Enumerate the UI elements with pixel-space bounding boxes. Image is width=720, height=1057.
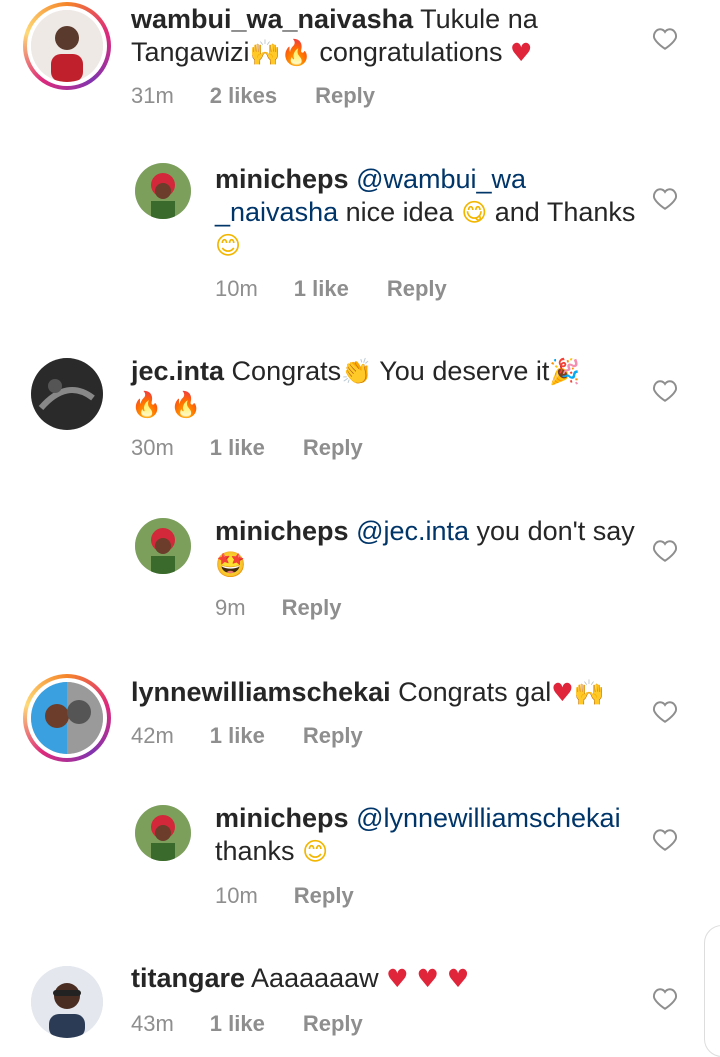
timestamp: 10m (215, 883, 258, 908)
reply-comment: minicheps @lynnewilliamschekai thanks 😊 … (0, 802, 720, 922)
comment-meta: 31m 2 likes Reply (131, 83, 413, 109)
timestamp: 42m (131, 723, 174, 748)
comment-body: Congrats (224, 356, 342, 386)
avatar[interactable] (135, 163, 191, 219)
comment-text: lynnewilliamschekai Congrats gal♥🙌 (131, 676, 641, 709)
comment-meta: 9m Reply (215, 595, 379, 621)
comment-body-2: You deserve it (372, 356, 550, 386)
likes-count[interactable]: 1 like (210, 435, 265, 460)
comment-lynne: lynnewilliamschekai Congrats gal♥🙌 42m 1 … (0, 672, 720, 772)
reply-button[interactable]: Reply (315, 83, 375, 108)
comment-meta: 43m 1 like Reply (131, 1011, 401, 1037)
comment-text: minicheps @wambui_wa _naivasha nice idea… (215, 163, 645, 262)
fire-emoji: 🔥 (280, 38, 312, 67)
timestamp: 43m (131, 1011, 174, 1036)
fire-emoji: 🔥 🔥 (131, 390, 202, 419)
like-heart-icon[interactable] (652, 539, 678, 563)
likes-count[interactable]: 1 like (210, 1011, 265, 1036)
star-struck-emoji: 🤩 (215, 550, 247, 579)
reply-comment: minicheps @jec.inta you don't say 🤩 9m Re… (0, 515, 720, 635)
like-heart-icon[interactable] (652, 700, 678, 724)
reply-button[interactable]: Reply (303, 435, 363, 460)
comment-meta: 10m Reply (215, 883, 392, 909)
reply-button[interactable]: Reply (303, 723, 363, 748)
heart-emoji: ♥ (509, 38, 533, 67)
comment-meta: 42m 1 like Reply (131, 723, 401, 749)
username[interactable]: minicheps (215, 516, 349, 546)
avatar[interactable] (31, 10, 103, 82)
comment-text: wambui_wa_naivasha Tukule na Tangawizi🙌🔥… (131, 3, 621, 69)
comment-body: thanks (215, 836, 303, 866)
like-heart-icon[interactable] (652, 987, 678, 1011)
comment-body-2: congratulations (311, 37, 510, 67)
like-heart-icon[interactable] (652, 27, 678, 51)
avatar[interactable] (31, 358, 103, 430)
scroll-handle[interactable] (704, 925, 720, 1057)
heart-emoji: ♥ (551, 678, 574, 707)
like-heart-icon[interactable] (652, 187, 678, 211)
reply-button[interactable]: Reply (387, 276, 447, 301)
username[interactable]: lynnewilliamschekai (131, 677, 391, 707)
comment-body: Congrats gal (390, 677, 552, 707)
heart-emoji: ♥ ♥ ♥ (386, 964, 470, 993)
comment-meta: 30m 1 like Reply (131, 435, 401, 461)
timestamp: 31m (131, 83, 174, 108)
mention-link[interactable]: @lynnewilliamschekai (356, 803, 621, 833)
reply-button[interactable]: Reply (294, 883, 354, 908)
smiling-face-emoji: 😊 (215, 231, 242, 260)
clapping-hands-emoji: 👏 (341, 357, 373, 386)
comment-body-2: and Thanks (487, 197, 636, 227)
username[interactable]: jec.inta (131, 356, 224, 386)
timestamp: 10m (215, 276, 258, 301)
avatar[interactable] (135, 805, 191, 861)
username[interactable]: minicheps (215, 803, 349, 833)
avatar[interactable] (135, 518, 191, 574)
mention-link[interactable]: @jec.inta (356, 516, 469, 546)
comment-meta: 10m 1 like Reply (215, 276, 485, 302)
comment-text: titangare Aaaaaaaw ♥ ♥ ♥ (131, 962, 621, 995)
reply-button[interactable]: Reply (282, 595, 342, 620)
party-popper-emoji: 🎉 (549, 357, 581, 386)
username[interactable]: titangare (131, 963, 245, 993)
raised-hands-emoji: 🙌 (249, 38, 281, 67)
likes-count[interactable]: 2 likes (210, 83, 277, 108)
avatar[interactable] (31, 966, 103, 1038)
raised-hands-emoji: 🙌 (573, 678, 605, 707)
like-heart-icon[interactable] (652, 828, 678, 852)
story-ring[interactable] (23, 2, 111, 90)
story-ring[interactable] (23, 674, 111, 762)
username[interactable]: wambui_wa_naivasha (131, 4, 413, 34)
reply-comment: minicheps @wambui_wa _naivasha nice idea… (0, 160, 720, 310)
comment-text: minicheps @lynnewilliamschekai thanks 😊 (215, 802, 645, 868)
comment-body: nice idea (338, 197, 462, 227)
likes-count[interactable]: 1 like (294, 276, 349, 301)
comment-body: Aaaaaaaw (245, 963, 387, 993)
avatar[interactable] (31, 682, 103, 754)
comment-text: jec.inta Congrats👏 You deserve it🎉 🔥 🔥 (131, 355, 611, 421)
comment-wambui: wambui_wa_naivasha Tukule na Tangawizi🙌🔥… (0, 0, 720, 120)
timestamp: 30m (131, 435, 174, 460)
comment-titangare: titangare Aaaaaaaw ♥ ♥ ♥ 43m 1 like Reply (0, 962, 720, 1046)
like-heart-icon[interactable] (652, 379, 678, 403)
username[interactable]: minicheps (215, 164, 349, 194)
reply-button[interactable]: Reply (303, 1011, 363, 1036)
likes-count[interactable]: 1 like (210, 723, 265, 748)
smiling-face-emoji: 😊 (302, 837, 329, 866)
timestamp: 9m (215, 595, 246, 620)
comment-body: you don't say (469, 516, 635, 546)
comment-text: minicheps @jec.inta you don't say 🤩 (215, 515, 635, 581)
comment-jec: jec.inta Congrats👏 You deserve it🎉 🔥 🔥 30… (0, 355, 720, 475)
yum-face-emoji: 😋 (461, 198, 488, 227)
